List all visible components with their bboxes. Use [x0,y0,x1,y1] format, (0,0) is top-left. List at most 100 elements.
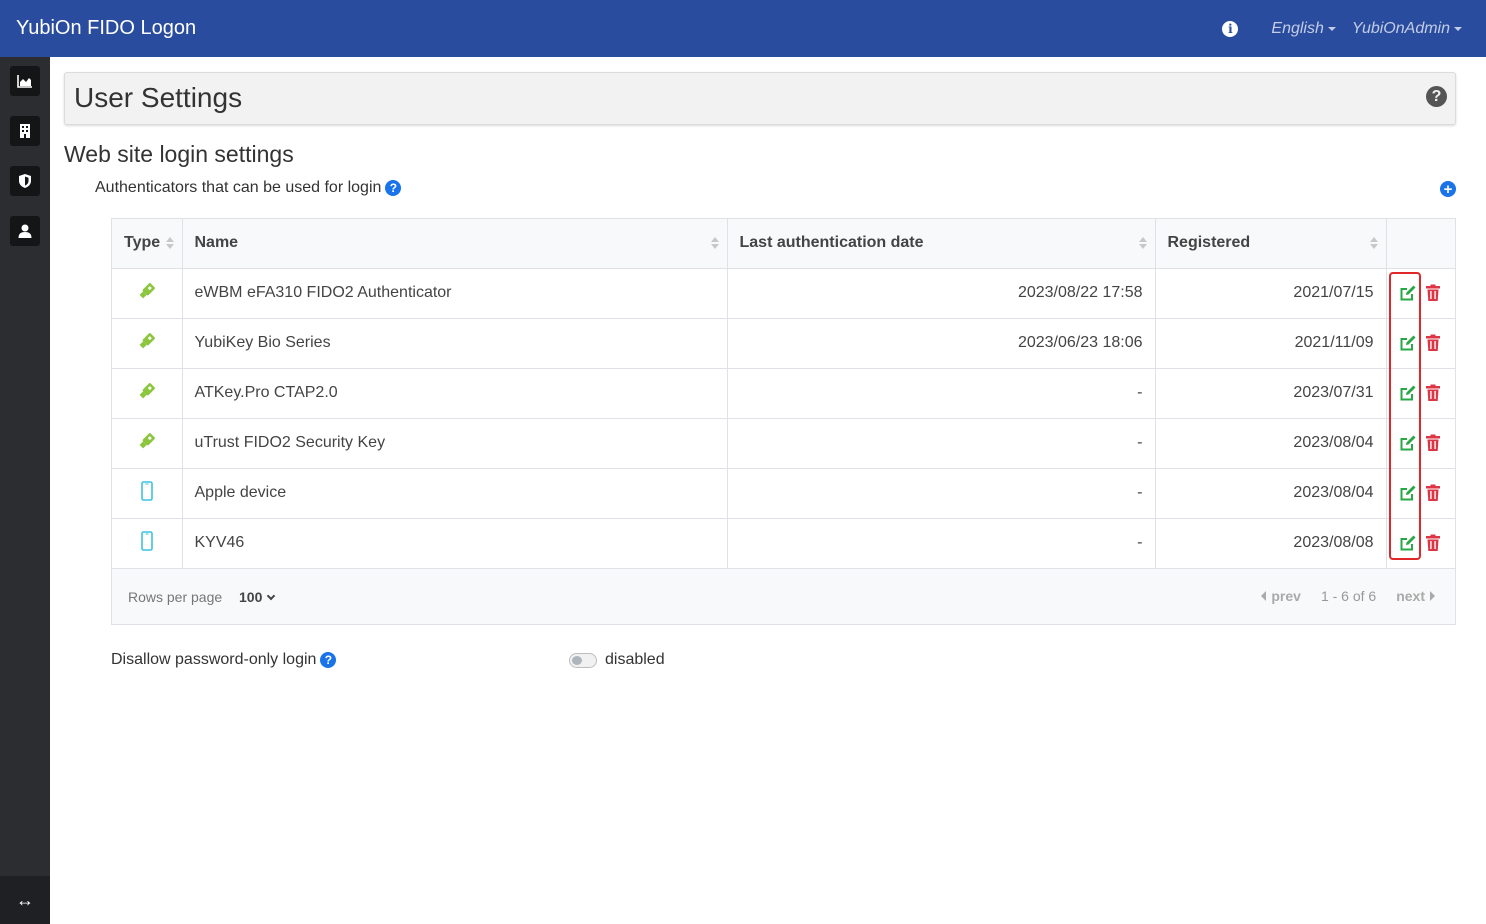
sort-icon [1138,237,1147,249]
next-label: next [1396,588,1425,604]
user-dropdown[interactable]: YubiOnAdmin [1352,20,1462,38]
user-icon [18,224,32,238]
usb-key-icon [136,430,158,452]
caret-down-icon [1327,26,1336,31]
page-range: 1 - 6 of 6 [1320,588,1377,604]
trash-icon[interactable] [1422,532,1444,554]
registered-cell: 2023/08/08 [1155,518,1387,569]
last-auth-cell: - [727,368,1156,419]
last-auth-cell: - [727,518,1156,569]
password-only-label: Disallow password-only login [111,651,317,668]
type-cell [112,318,183,369]
user-label: YubiOnAdmin [1351,19,1450,37]
mobile-phone-icon [136,530,158,552]
sort-icon [710,237,719,249]
rows-per-page-select[interactable]: 100 [239,589,276,605]
registered-cell: 2021/11/09 [1155,318,1387,369]
type-cell [112,518,183,569]
edit-column-highlight [1389,272,1421,560]
usb-key-icon [136,280,158,302]
trash-icon[interactable] [1422,432,1444,454]
column-header-registered-label: Registered [1167,234,1251,252]
name-cell: ATKey.Pro CTAP2.0 [182,368,728,419]
caret-left-icon [1261,591,1267,601]
sidebar-item-organization[interactable] [10,116,40,146]
type-cell [112,418,183,469]
language-dropdown[interactable]: English [1271,19,1336,38]
sidebar: ↔ [0,57,50,924]
mobile-phone-icon [136,480,158,502]
authenticators-label: Authenticators that can be used for logi… [95,179,382,196]
sidebar-item-user[interactable] [10,216,40,246]
prev-page-button[interactable]: prev [1261,588,1301,604]
rows-per-page-value: 100 [239,589,263,605]
password-only-state: disabled [605,651,665,668]
sidebar-collapse-toggle[interactable]: ↔ [0,876,50,924]
last-auth-cell: - [727,468,1156,519]
sidebar-item-security[interactable] [10,166,40,196]
table-row: eWBM eFA310 FIDO2 Authenticator 2023/08/… [112,268,1455,319]
name-cell: eWBM eFA310 FIDO2 Authenticator [182,268,728,319]
help-icon[interactable]: ? [385,180,402,196]
registered-cell: 2023/08/04 [1155,418,1387,469]
next-page-button[interactable]: next [1396,588,1435,604]
registered-cell: 2023/08/04 [1155,468,1387,519]
last-auth-cell: 2023/08/22 17:58 [727,268,1156,319]
pagination: prev 1 - 6 of 6 next [1261,588,1435,604]
table-row: uTrust FIDO2 Security Key - 2023/08/04 [112,418,1455,469]
help-icon[interactable]: ? [320,652,337,668]
section-title: Web site login settings [64,141,294,167]
name-cell: uTrust FIDO2 Security Key [182,418,728,469]
type-cell [112,268,183,319]
name-cell: KYV46 [182,518,728,569]
column-header-last-auth[interactable]: Last authentication date [727,219,1156,269]
navbar-right: i English YubiOnAdmin [1222,0,1462,57]
caret-right-icon [1430,591,1435,601]
caret-down-icon [1454,26,1462,31]
table-row: KYV46 - 2023/08/08 [112,518,1455,569]
trash-icon[interactable] [1422,332,1444,354]
table-row: Apple device - 2023/08/04 [112,468,1455,519]
usb-key-icon [136,380,158,402]
column-header-type[interactable]: Type [112,219,183,269]
language-label: English [1271,19,1324,37]
info-icon[interactable]: i [1222,20,1239,37]
column-header-name[interactable]: Name [182,219,728,269]
sort-icon [1369,237,1378,249]
password-only-toggle[interactable] [569,653,597,668]
authenticators-table: Type Name Last authentication date Regis… [111,218,1456,625]
arrows-horizontal-icon: ↔ [16,889,34,910]
page-header-card: User Settings ? [64,72,1456,125]
page-help-icon[interactable]: ? [1426,86,1447,107]
last-auth-cell: 2023/06/23 18:06 [727,318,1156,369]
table-row: ATKey.Pro CTAP2.0 - 2023/07/31 [112,368,1455,419]
table-header-row: Type Name Last authentication date Regis… [112,219,1455,269]
column-header-registered[interactable]: Registered [1155,219,1387,269]
registered-cell: 2023/07/31 [1155,368,1387,419]
password-only-setting: Disallow password-only login ? [111,651,337,669]
sidebar-item-dashboard[interactable] [10,66,40,96]
column-header-type-label: Type [124,234,161,252]
column-header-last-auth-label: Last authentication date [739,234,924,252]
type-cell [112,468,183,519]
column-header-actions [1386,219,1455,269]
registered-cell: 2021/07/15 [1155,268,1387,319]
last-auth-cell: - [727,418,1156,469]
name-cell: YubiKey Bio Series [182,318,728,369]
usb-key-icon [136,330,158,352]
type-cell [112,368,183,419]
app-brand[interactable]: YubiOn FIDO Logon [16,17,196,40]
name-cell: Apple device [182,468,728,519]
add-authenticator-button[interactable]: + [1440,181,1456,197]
shield-icon [19,174,31,188]
rows-per-page-label: Rows per page [128,589,223,605]
trash-icon[interactable] [1422,482,1444,504]
page-title: User Settings [74,82,243,113]
trash-icon[interactable] [1422,282,1444,304]
authenticators-subtitle: Authenticators that can be used for logi… [95,179,402,197]
chevron-down-icon [267,591,276,600]
trash-icon[interactable] [1422,382,1444,404]
top-navbar: YubiOn FIDO Logon i English YubiOnAdmin [0,0,1486,57]
table-row: YubiKey Bio Series 2023/06/23 18:06 2021… [112,318,1455,369]
sort-icon [165,237,174,249]
